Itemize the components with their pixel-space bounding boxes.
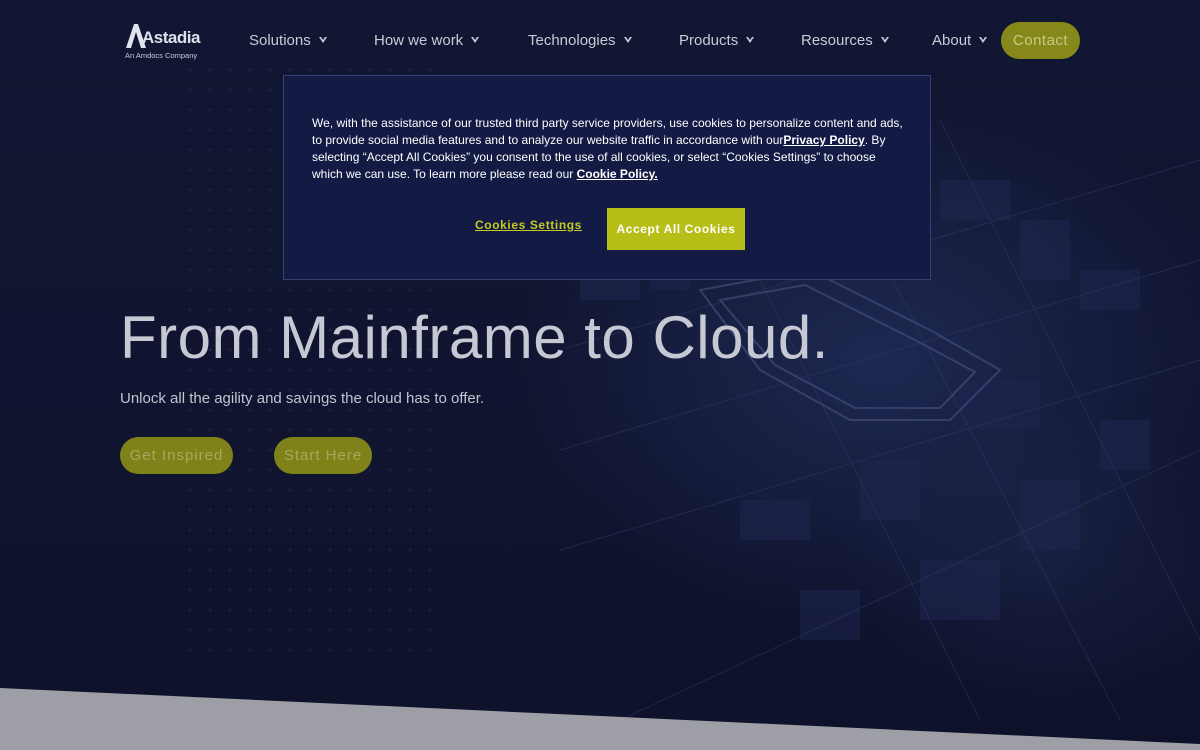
nav-item-resources[interactable]: Resources	[801, 28, 890, 52]
brand-name: Astadia	[142, 28, 200, 47]
nav-item-technologies[interactable]: Technologies	[528, 28, 633, 52]
nav-label: Resources	[801, 31, 873, 49]
cookie-consent-dialog: We, with the assistance of our trusted t…	[283, 75, 931, 280]
accept-all-cookies-button[interactable]: Accept All Cookies	[607, 208, 745, 250]
nav-label: About	[932, 31, 972, 49]
nav-item-how-we-work[interactable]: How we work	[374, 28, 480, 52]
privacy-policy-link[interactable]: Privacy Policy	[783, 133, 864, 147]
chevron-down-icon	[471, 37, 480, 43]
chevron-down-icon	[880, 37, 889, 43]
nav-label: How we work	[374, 31, 464, 49]
bottom-section-edge	[0, 688, 1200, 750]
brand-logo[interactable]: Astadia An Amdocs Company	[124, 22, 204, 62]
contact-button[interactable]: Contact	[1001, 22, 1080, 59]
cookie-consent-text: We, with the assistance of our trusted t…	[312, 115, 906, 183]
nav-label: Solutions	[249, 31, 311, 49]
chevron-down-icon	[979, 37, 988, 43]
cookie-policy-link[interactable]: Cookie Policy.	[577, 167, 658, 181]
brand-tagline: An Amdocs Company	[125, 51, 198, 60]
start-here-button[interactable]: Start Here	[274, 437, 372, 474]
site-header: Astadia An Amdocs Company Solutions How …	[0, 0, 1200, 80]
hero-subtitle: Unlock all the agility and savings the c…	[120, 390, 485, 407]
chevron-down-icon	[746, 37, 755, 43]
nav-item-products[interactable]: Products	[679, 28, 755, 52]
chevron-down-icon	[318, 37, 327, 43]
nav-label: Products	[679, 31, 739, 49]
get-inspired-button[interactable]: Get Inspired	[120, 437, 233, 474]
chevron-down-icon	[623, 37, 632, 43]
nav-item-about[interactable]: About	[932, 28, 988, 52]
cookies-settings-button[interactable]: Cookies Settings	[475, 218, 582, 232]
hero-title: From Mainframe to Cloud.	[120, 304, 829, 371]
nav-label: Technologies	[528, 31, 616, 49]
nav-item-solutions[interactable]: Solutions	[249, 28, 328, 52]
